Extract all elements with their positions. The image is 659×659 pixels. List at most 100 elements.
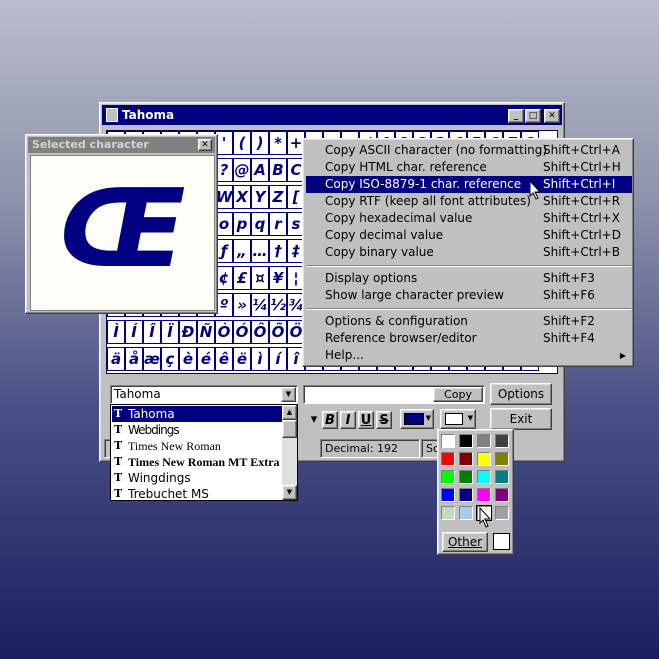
- scroll-down-icon[interactable]: ▼: [282, 485, 297, 500]
- character-cell[interactable]: Ò: [215, 320, 233, 344]
- character-cell[interactable]: ½: [269, 293, 287, 317]
- palette-color-cell[interactable]: [459, 506, 473, 520]
- menu-item[interactable]: Reference browser/editor Shift+F4: [306, 330, 632, 347]
- main-title-bar[interactable]: Tahoma _ □ ✕: [102, 105, 562, 125]
- character-cell[interactable]: B: [269, 158, 287, 182]
- menu-item[interactable]: Copy ISO-8879-1 char. reference Shift+Ctr…: [306, 176, 632, 193]
- character-cell[interactable]: q: [251, 212, 269, 236]
- maximize-button[interactable]: □: [525, 109, 541, 123]
- character-cell[interactable]: è: [179, 347, 197, 371]
- character-cell[interactable]: @: [233, 158, 251, 182]
- character-cell[interactable]: Ì: [107, 320, 125, 344]
- other-color-swatch[interactable]: [493, 533, 510, 550]
- character-cell[interactable]: Ô: [251, 320, 269, 344]
- bold-button[interactable]: B: [322, 411, 338, 429]
- palette-color-cell[interactable]: [441, 452, 455, 466]
- palette-color-cell[interactable]: [477, 452, 491, 466]
- menu-item[interactable]: Help... ▶: [306, 347, 632, 364]
- font-dropdown-list[interactable]: T Tahoma T Webdings T Times New Roman T Times N…: [110, 404, 298, 501]
- menu-item[interactable]: Copy decimal value Shift+Ctrl+D: [306, 227, 632, 244]
- menu-item[interactable]: Copy ASCII character (no formatting) Shif…: [306, 142, 632, 159]
- font-list-item[interactable]: T Times New Roman: [112, 438, 282, 454]
- palette-color-cell[interactable]: [495, 434, 509, 448]
- character-cell[interactable]: Ñ: [197, 320, 215, 344]
- character-cell[interactable]: Î: [143, 320, 161, 344]
- character-cell[interactable]: ¤: [251, 266, 269, 290]
- other-color-button[interactable]: Other: [442, 532, 488, 552]
- menu-item[interactable]: Copy RTF (keep all font attributes) Shift…: [306, 193, 632, 210]
- character-cell[interactable]: Ï: [161, 320, 179, 344]
- character-cell[interactable]: ç: [161, 347, 179, 371]
- palette-color-cell[interactable]: [459, 488, 473, 502]
- minimize-button[interactable]: _: [508, 109, 524, 123]
- character-cell[interactable]: ¼: [251, 293, 269, 317]
- palette-color-cell[interactable]: [441, 506, 455, 520]
- copy-field[interactable]: Copy: [303, 385, 485, 404]
- palette-color-cell[interactable]: [477, 470, 491, 484]
- character-cell[interactable]: (: [233, 131, 251, 155]
- list-scrollbar[interactable]: ▲ ▼: [282, 405, 297, 500]
- character-cell[interactable]: A: [251, 158, 269, 182]
- font-list-item[interactable]: T Wingdings: [112, 470, 282, 486]
- character-cell[interactable]: Ð: [179, 320, 197, 344]
- character-cell[interactable]: …: [251, 239, 269, 263]
- options-button[interactable]: Options: [490, 383, 552, 405]
- italic-button[interactable]: I: [340, 411, 356, 429]
- character-cell[interactable]: *: [269, 131, 287, 155]
- menu-item[interactable]: Show large character preview Shift+F6: [306, 287, 632, 304]
- palette-color-cell[interactable]: [441, 488, 455, 502]
- character-cell[interactable]: Y: [251, 185, 269, 209]
- menu-item[interactable]: Display options Shift+F3: [306, 270, 632, 287]
- strikethrough-button[interactable]: S: [376, 411, 392, 429]
- palette-color-cell[interactable]: [477, 488, 491, 502]
- character-cell[interactable]: ¥: [269, 266, 287, 290]
- exit-button[interactable]: Exit: [490, 408, 552, 430]
- character-cell[interactable]: Õ: [269, 320, 287, 344]
- character-cell[interactable]: ê: [215, 347, 233, 371]
- character-cell[interactable]: ì: [251, 347, 269, 371]
- character-cell[interactable]: †: [269, 239, 287, 263]
- palette-color-cell[interactable]: [441, 470, 455, 484]
- character-cell[interactable]: Í: [125, 320, 143, 344]
- menu-item[interactable]: Options & configuration Shift+F2: [306, 313, 632, 330]
- character-cell[interactable]: ë: [233, 347, 251, 371]
- scroll-up-icon[interactable]: ▲: [282, 405, 297, 420]
- background-color-button[interactable]: ▼: [440, 409, 476, 429]
- character-cell[interactable]: å: [125, 347, 143, 371]
- chevron-down-icon[interactable]: ▼: [281, 387, 296, 402]
- font-list-item[interactable]: T Tahoma: [112, 406, 282, 422]
- menu-item[interactable]: Copy HTML char. reference Shift+Ctrl+H: [306, 159, 632, 176]
- close-icon[interactable]: ✕: [198, 139, 212, 151]
- font-select[interactable]: Tahoma ▼: [110, 385, 298, 404]
- menu-item[interactable]: Copy binary value Shift+Ctrl+B: [306, 244, 632, 261]
- palette-color-cell[interactable]: [495, 488, 509, 502]
- scroll-thumb[interactable]: [282, 420, 297, 438]
- palette-color-cell[interactable]: [495, 470, 509, 484]
- character-cell[interactable]: X: [233, 185, 251, 209]
- close-button[interactable]: ✕: [544, 109, 560, 123]
- foreground-color-button[interactable]: ▼: [400, 409, 434, 429]
- menu-item[interactable]: Copy hexadecimal value Shift+Ctrl+X: [306, 210, 632, 227]
- palette-color-cell[interactable]: [459, 452, 473, 466]
- font-list-item[interactable]: T Times New Roman MT Extra Bold: [112, 454, 282, 470]
- palette-color-cell[interactable]: [495, 452, 509, 466]
- palette-color-cell[interactable]: [441, 434, 455, 448]
- character-cell[interactable]: Z: [269, 185, 287, 209]
- character-cell[interactable]: ä: [107, 347, 125, 371]
- character-cell[interactable]: p: [233, 212, 251, 236]
- character-cell[interactable]: Ó: [233, 320, 251, 344]
- character-cell[interactable]: í: [269, 347, 287, 371]
- copy-button[interactable]: Copy: [433, 387, 483, 402]
- character-cell[interactable]: é: [197, 347, 215, 371]
- palette-color-cell[interactable]: [495, 506, 509, 520]
- font-list-item[interactable]: T Webdings: [112, 422, 282, 438]
- character-cell[interactable]: æ: [143, 347, 161, 371]
- font-list-item[interactable]: T Trebuchet MS: [112, 486, 282, 502]
- palette-color-cell[interactable]: [459, 470, 473, 484]
- underline-button[interactable]: U: [358, 411, 374, 429]
- character-cell[interactable]: ): [251, 131, 269, 155]
- character-cell[interactable]: £: [233, 266, 251, 290]
- character-cell[interactable]: r: [269, 212, 287, 236]
- character-cell[interactable]: „: [233, 239, 251, 263]
- selected-character-title-bar[interactable]: Selected character ✕: [28, 137, 215, 153]
